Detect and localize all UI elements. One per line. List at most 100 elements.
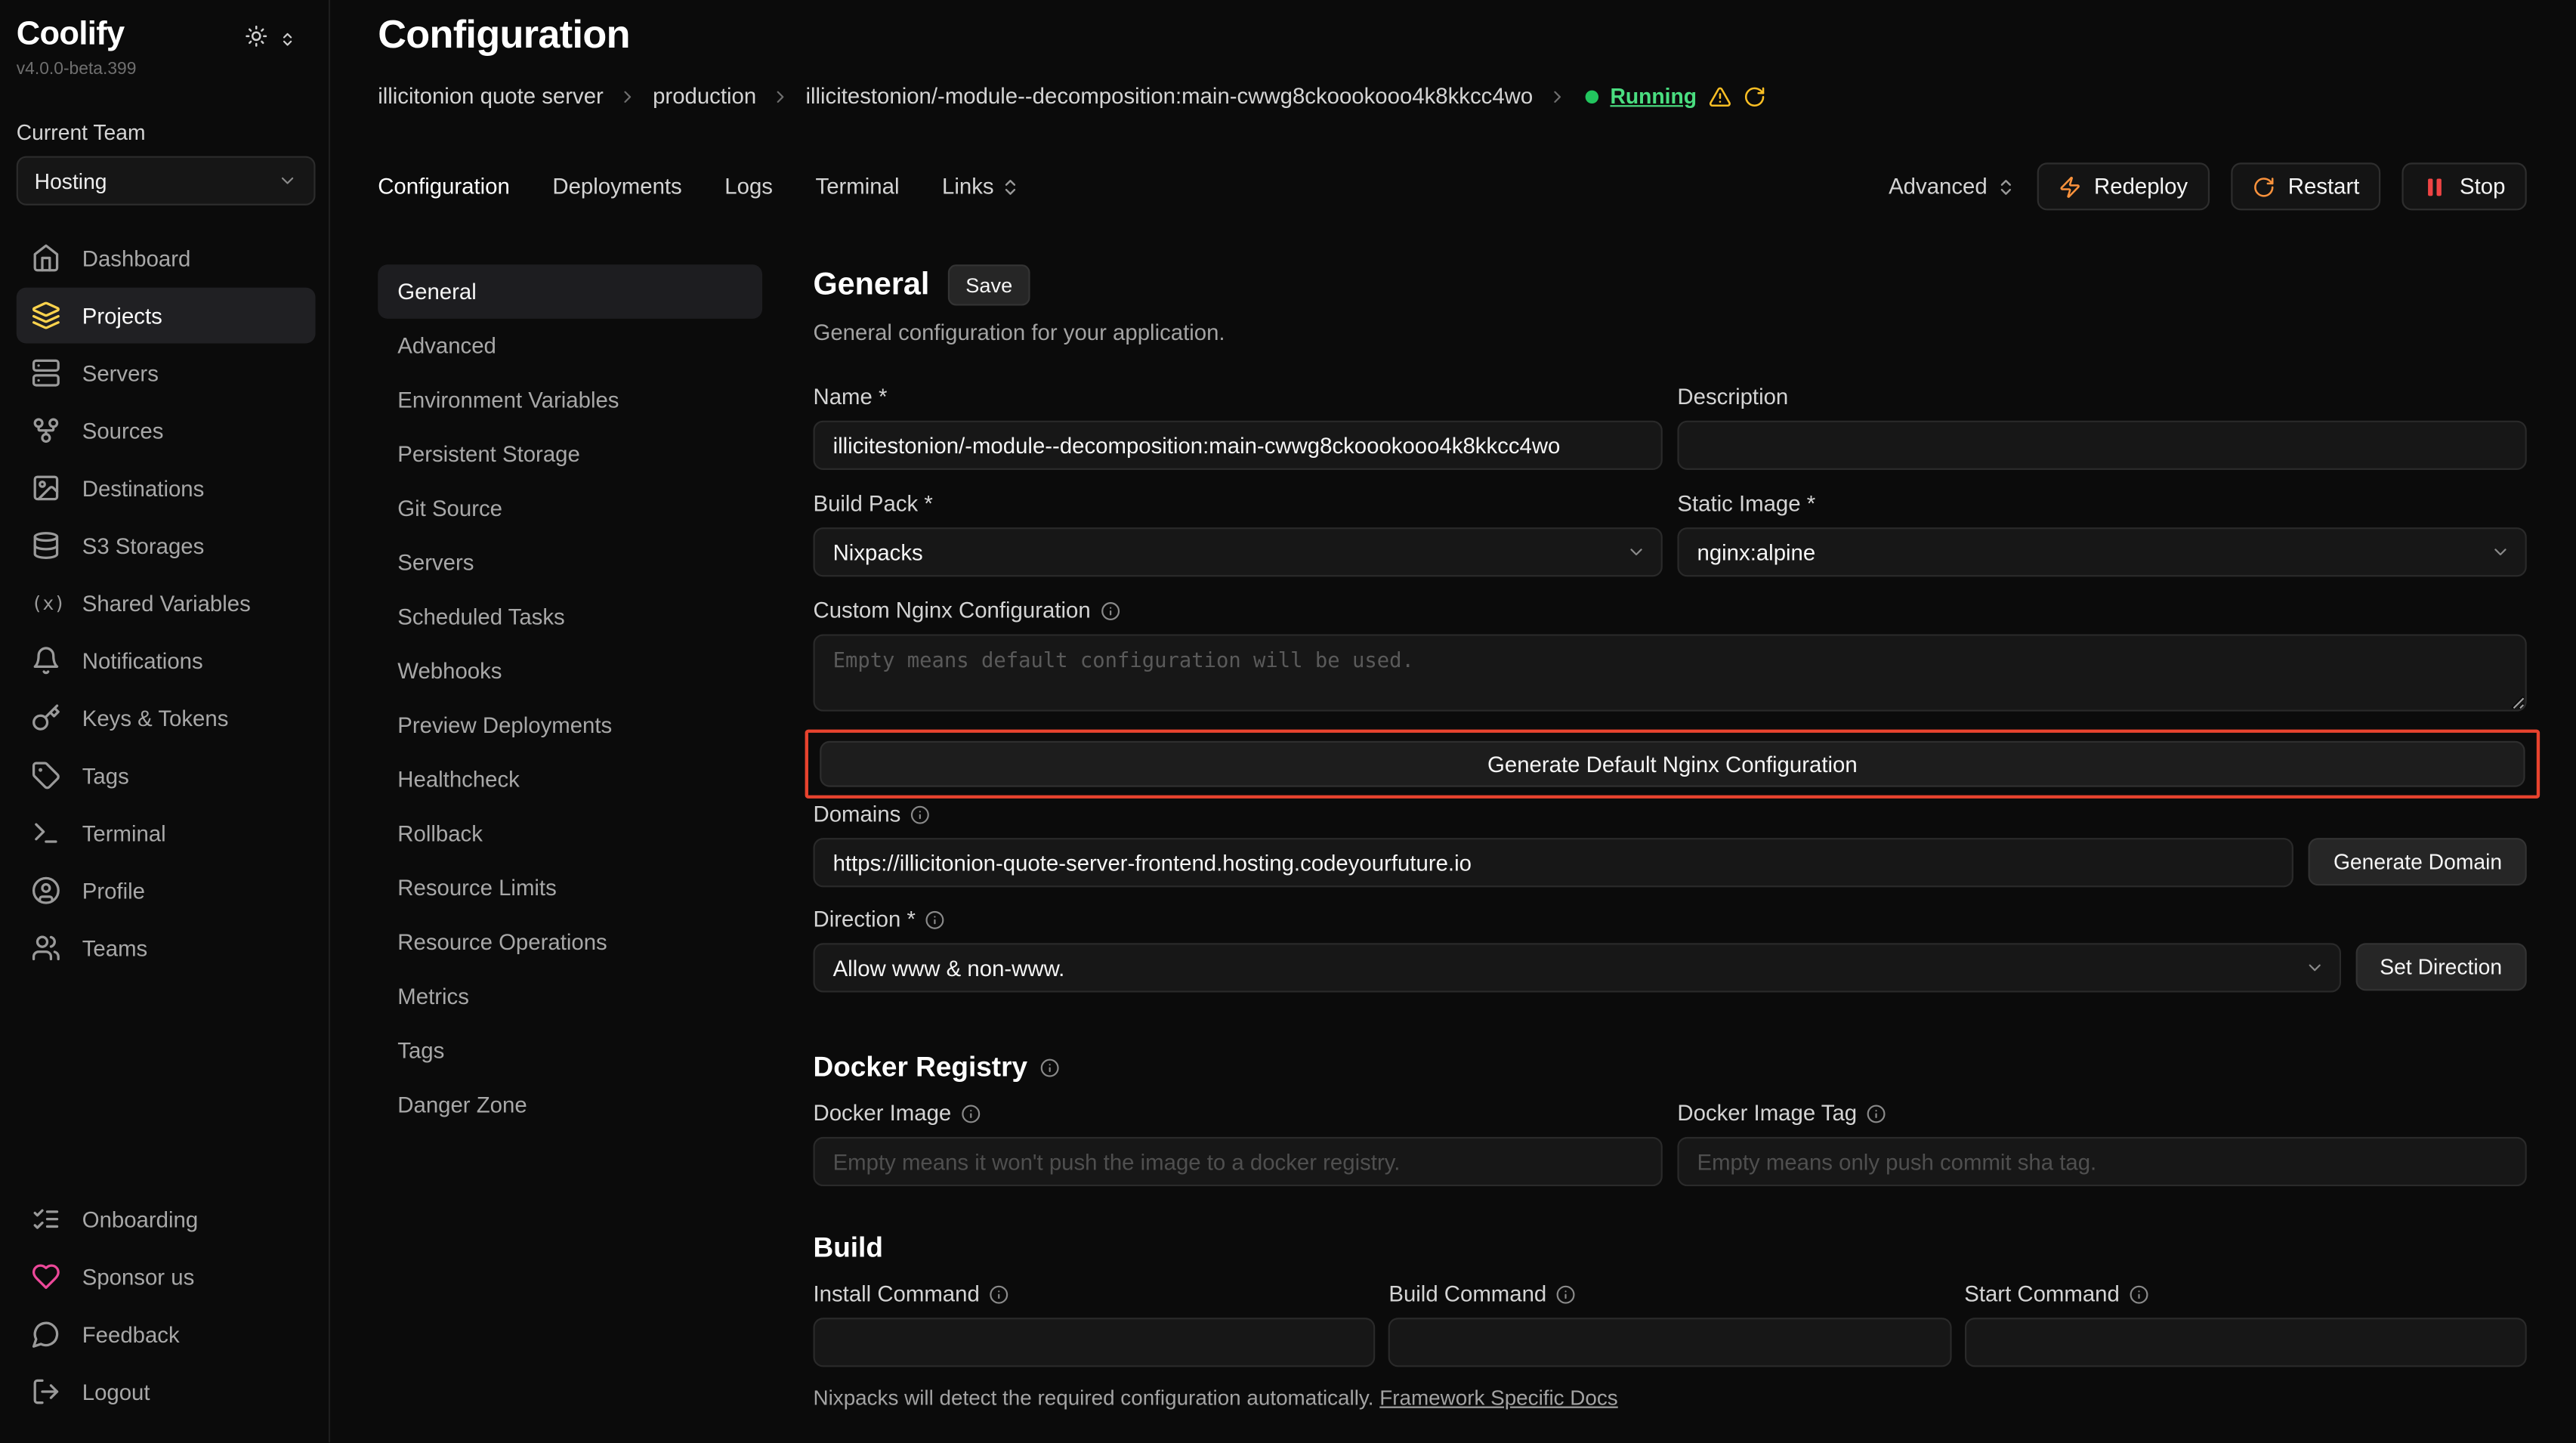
sidebar-item-keys-tokens[interactable]: Keys & Tokens [17, 690, 316, 746]
info-icon[interactable] [2130, 1284, 2149, 1304]
docker-image-tag-label: Docker Image Tag [1677, 1101, 2526, 1126]
advanced-dropdown[interactable]: Advanced [1889, 175, 2015, 199]
tab-configuration[interactable]: Configuration [378, 175, 510, 199]
save-button[interactable]: Save [947, 264, 1030, 305]
nav-label: Dashboard [82, 246, 191, 270]
subnav-tags[interactable]: Tags [378, 1024, 762, 1078]
database-icon [31, 530, 60, 560]
subnav-rollback[interactable]: Rollback [378, 807, 762, 861]
build-section-title: Build [813, 1232, 882, 1265]
status-text[interactable]: Running [1610, 84, 1697, 109]
breadcrumb-environment[interactable]: production [653, 84, 756, 109]
start-command-input[interactable] [1964, 1318, 2527, 1367]
current-team-label: Current Team [17, 120, 316, 145]
sidebar-item-destinations[interactable]: Destinations [17, 460, 316, 516]
sidebar-item-s3-storages[interactable]: S3 Storages [17, 518, 316, 573]
info-icon[interactable] [1101, 601, 1120, 620]
nav-label: Terminal [82, 820, 166, 845]
tab-links[interactable]: Links [942, 175, 1020, 199]
name-label: Name * [813, 385, 1662, 409]
team-select[interactable]: Hosting [17, 156, 316, 205]
status-badge: Running [1586, 84, 1766, 109]
list-checks-icon [31, 1204, 60, 1234]
warning-triangle-icon[interactable] [1708, 85, 1731, 107]
stop-button[interactable]: Stop [2402, 162, 2527, 210]
sidebar-item-profile[interactable]: Profile [17, 863, 316, 919]
subnav-environment-variables[interactable]: Environment Variables [378, 373, 762, 428]
info-icon[interactable] [1556, 1284, 1576, 1304]
subnav-danger-zone[interactable]: Danger Zone [378, 1078, 762, 1132]
subnav-general[interactable]: General [378, 264, 762, 319]
sidebar-item-logout[interactable]: Logout [17, 1364, 316, 1420]
sidebar-item-feedback[interactable]: Feedback [17, 1306, 316, 1362]
nav-label: Keys & Tokens [82, 706, 229, 731]
page-title: Configuration [378, 13, 2527, 59]
info-icon[interactable] [990, 1284, 1009, 1304]
config-subnav: General Advanced Environment Variables P… [378, 264, 762, 1442]
name-input[interactable] [813, 421, 1662, 470]
breadcrumb-application[interactable]: illicitestonion/-module--decomposition:m… [805, 84, 1533, 109]
install-command-input[interactable] [813, 1318, 1375, 1367]
tag-icon [31, 761, 60, 790]
sidebar-item-servers[interactable]: Servers [17, 345, 316, 401]
subnav-preview-deployments[interactable]: Preview Deployments [378, 698, 762, 752]
build-command-input[interactable] [1388, 1318, 1951, 1367]
subnav-persistent-storage[interactable]: Persistent Storage [378, 427, 762, 481]
subnav-scheduled-tasks[interactable]: Scheduled Tasks [378, 590, 762, 644]
subnav-resource-limits[interactable]: Resource Limits [378, 861, 762, 916]
description-input[interactable] [1677, 421, 2526, 470]
build-pack-select[interactable]: Nixpacks [813, 527, 1662, 576]
subnav-advanced[interactable]: Advanced [378, 319, 762, 373]
sidebar-item-onboarding[interactable]: Onboarding [17, 1191, 316, 1247]
tab-deployments[interactable]: Deployments [552, 175, 681, 199]
nav-label: Notifications [82, 648, 203, 673]
info-icon[interactable] [910, 805, 930, 824]
breadcrumb: illicitonion quote server production ill… [378, 84, 2527, 109]
docker-image-input[interactable] [813, 1137, 1662, 1186]
info-icon[interactable] [925, 910, 945, 929]
chevron-right-icon [618, 86, 638, 106]
chevrons-up-down-icon[interactable] [280, 26, 296, 55]
subnav-healthcheck[interactable]: Healthcheck [378, 752, 762, 807]
breadcrumb-project[interactable]: illicitonion quote server [378, 84, 604, 109]
rotate-cw-icon [2252, 175, 2275, 198]
build-command-label: Build Command [1388, 1281, 1951, 1306]
generate-nginx-config-button[interactable]: Generate Default Nginx Configuration [820, 741, 2525, 787]
logout-icon [31, 1377, 60, 1406]
tab-terminal[interactable]: Terminal [816, 175, 900, 199]
subnav-git-source[interactable]: Git Source [378, 481, 762, 536]
subnav-servers[interactable]: Servers [378, 536, 762, 590]
domains-input[interactable] [813, 838, 2293, 887]
sidebar: Coolify v4.0.0-beta.399 Current Team Hos… [0, 0, 330, 1442]
static-image-select[interactable]: nginx:alpine [1677, 527, 2526, 576]
sidebar-item-tags[interactable]: Tags [17, 748, 316, 804]
user-circle-icon [31, 876, 60, 905]
direction-select[interactable]: Allow www & non-www. [813, 943, 2340, 992]
theme-toggle-sun-icon[interactable] [245, 25, 267, 56]
sidebar-item-shared-variables[interactable]: (x) Shared Variables [17, 575, 316, 631]
sidebar-item-terminal[interactable]: Terminal [17, 805, 316, 861]
direction-label: Direction * [813, 907, 2526, 932]
set-direction-button[interactable]: Set Direction [2355, 943, 2527, 990]
framework-docs-link[interactable]: Framework Specific Docs [1379, 1385, 1618, 1410]
nginx-config-textarea[interactable] [813, 634, 2526, 711]
sidebar-item-teams[interactable]: Teams [17, 920, 316, 976]
info-icon[interactable] [1867, 1103, 1886, 1123]
docker-image-tag-input[interactable] [1677, 1137, 2526, 1186]
tab-logs[interactable]: Logs [724, 175, 773, 199]
subnav-metrics[interactable]: Metrics [378, 969, 762, 1024]
restart-button[interactable]: Restart [2231, 162, 2381, 210]
sidebar-item-sources[interactable]: Sources [17, 403, 316, 459]
subnav-resource-operations[interactable]: Resource Operations [378, 915, 762, 969]
redeploy-button[interactable]: Redeploy [2037, 162, 2209, 210]
refresh-status-icon[interactable] [1743, 85, 1765, 107]
generate-domain-button[interactable]: Generate Domain [2309, 838, 2526, 885]
info-icon[interactable] [1040, 1058, 1060, 1078]
info-icon[interactable] [961, 1103, 981, 1123]
sidebar-item-projects[interactable]: Projects [17, 288, 316, 344]
chevrons-up-down-icon [1996, 177, 2015, 196]
sidebar-item-dashboard[interactable]: Dashboard [17, 230, 316, 286]
sidebar-item-sponsor[interactable]: Sponsor us [17, 1249, 316, 1305]
subnav-webhooks[interactable]: Webhooks [378, 644, 762, 698]
sidebar-item-notifications[interactable]: Notifications [17, 632, 316, 688]
